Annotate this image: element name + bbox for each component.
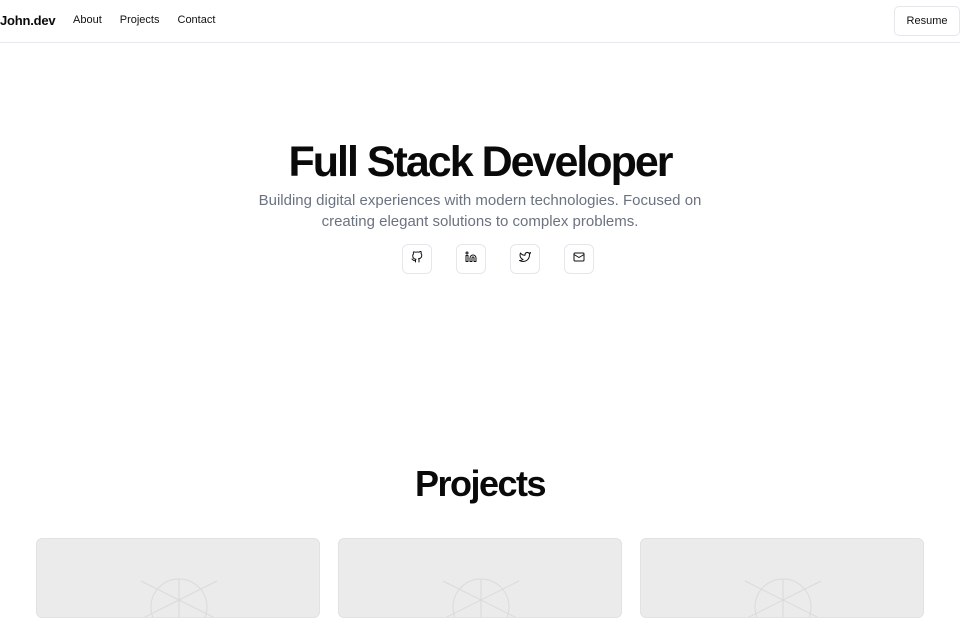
linkedin-icon (465, 250, 477, 268)
github-icon (411, 250, 423, 268)
projects-heading: Projects (414, 463, 547, 504)
nav-contact[interactable]: Contact (178, 14, 216, 26)
nav-about[interactable]: About (73, 14, 102, 26)
twitter-icon (519, 250, 531, 268)
project-card[interactable] (640, 538, 924, 618)
project-cards (36, 538, 924, 618)
social-links (402, 244, 594, 274)
hero-subtitle: Building digital experiences with modern… (258, 192, 702, 230)
site-header: John.dev About Projects Contact Resume (0, 0, 960, 43)
placeholder-image-icon (744, 578, 822, 617)
nav-projects[interactable]: Projects (120, 14, 160, 26)
twitter-button[interactable] (510, 244, 540, 274)
placeholder-image-icon (442, 578, 520, 617)
linkedin-button[interactable] (456, 244, 486, 274)
mail-icon (573, 250, 585, 268)
placeholder-image-icon (140, 578, 218, 617)
hero-title: Full Stack Developer (288, 138, 674, 186)
resume-button[interactable]: Resume (894, 6, 960, 36)
mail-button[interactable] (564, 244, 594, 274)
project-card[interactable] (338, 538, 622, 618)
main-nav: About Projects Contact (73, 14, 215, 26)
project-card[interactable] (36, 538, 320, 618)
github-button[interactable] (402, 244, 432, 274)
brand-logo[interactable]: John.dev (0, 13, 56, 28)
